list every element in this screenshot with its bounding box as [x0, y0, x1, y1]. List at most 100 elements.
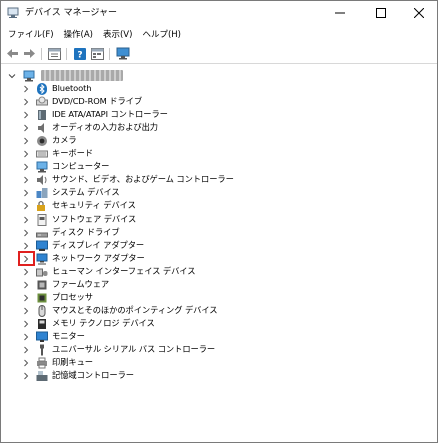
- menu-help[interactable]: ヘルプ(H): [137, 28, 186, 42]
- chevron-right-icon[interactable]: [22, 227, 30, 239]
- chevron-right-icon[interactable]: [22, 357, 30, 369]
- security-device-icon: [36, 200, 48, 212]
- menu-view[interactable]: 表示(V): [98, 28, 137, 42]
- computer-icon: [36, 161, 48, 173]
- tree-category-label: システム デバイス: [52, 187, 120, 197]
- help-button[interactable]: ?: [72, 47, 87, 60]
- audio-icon: [36, 122, 48, 134]
- chevron-right-icon[interactable]: [22, 135, 30, 147]
- tree-category-row[interactable]: ヒューマン インターフェイス デバイス: [1, 265, 437, 278]
- chevron-down-icon[interactable]: [8, 70, 16, 82]
- tree-category-label: ファームウェア: [52, 279, 110, 289]
- chevron-right-icon[interactable]: [22, 96, 30, 108]
- monitor-scan-icon: [116, 47, 129, 60]
- chevron-right-icon[interactable]: [22, 331, 30, 343]
- show-hidden-button[interactable]: [90, 47, 105, 60]
- tree-category-row[interactable]: セキュリティ デバイス: [1, 199, 437, 212]
- tree-category-label: マウスとそのほかのポインティング デバイス: [52, 305, 218, 315]
- svg-text:?: ?: [77, 50, 82, 60]
- tree-category-label: ディスプレイ アダプター: [52, 240, 145, 250]
- back-button[interactable]: [5, 47, 20, 60]
- tree-category-label: キーボード: [52, 148, 93, 158]
- tree-category-row[interactable]: ネットワーク アダプター: [1, 252, 437, 265]
- chevron-right-icon[interactable]: [22, 83, 30, 95]
- tree-category-row[interactable]: ソフトウェア デバイス: [1, 213, 437, 226]
- menu-bar: ファイル(F) 操作(A) 表示(V) ヘルプ(H): [1, 26, 437, 44]
- tree-category-row[interactable]: コンピューター: [1, 160, 437, 173]
- chevron-right-icon[interactable]: [22, 148, 30, 160]
- tree-category-label: ヒューマン インターフェイス デバイス: [52, 266, 196, 276]
- tree-root[interactable]: [1, 69, 437, 82]
- firmware-icon: [36, 279, 48, 291]
- tree-category-row[interactable]: システム デバイス: [1, 186, 437, 199]
- tree-category-label: ネットワーク アダプター: [52, 253, 145, 263]
- chevron-right-icon[interactable]: [22, 174, 30, 186]
- tree-category-row[interactable]: カメラ: [1, 134, 437, 147]
- tree-category-row[interactable]: サウンド、ビデオ、およびゲーム コントローラー: [1, 173, 437, 186]
- software-device-icon: [36, 213, 48, 226]
- chevron-right-icon[interactable]: [22, 187, 30, 199]
- tree-category-row[interactable]: ユニバーサル シリアル バス コントローラー: [1, 343, 437, 356]
- chevron-right-icon[interactable]: [22, 122, 30, 134]
- properties-button[interactable]: [47, 47, 62, 60]
- tree-category-label: コンピューター: [52, 161, 110, 171]
- tree-category-label: 印刷キュー: [52, 357, 93, 367]
- menu-action[interactable]: 操作(A): [59, 28, 98, 42]
- tree-category-label: サウンド、ビデオ、およびゲーム コントローラー: [52, 174, 234, 184]
- usb-icon: [36, 344, 48, 356]
- chevron-right-icon[interactable]: [22, 344, 30, 356]
- tree-category-row[interactable]: モニター: [1, 330, 437, 343]
- tree-category-row[interactable]: プロセッサ: [1, 291, 437, 304]
- tree-category-label: ソフトウェア デバイス: [52, 214, 137, 224]
- tree-category-row[interactable]: オーディオの入力および出力: [1, 121, 437, 134]
- title-bar[interactable]: デバイス マネージャー: [1, 1, 437, 26]
- tree-category-row[interactable]: キーボード: [1, 147, 437, 160]
- chevron-right-icon[interactable]: [22, 266, 30, 278]
- tree-category-row[interactable]: DVD/CD-ROM ドライブ: [1, 95, 437, 108]
- tree-category-label: Bluetooth: [52, 83, 92, 93]
- device-manager-icon: [7, 7, 19, 19]
- forward-button[interactable]: [22, 47, 37, 60]
- tree-category-label: モニター: [52, 331, 85, 341]
- chevron-right-icon[interactable]: [22, 305, 30, 317]
- system-device-icon: [36, 187, 48, 199]
- device-list-icon: [91, 47, 104, 60]
- chevron-right-icon[interactable]: [22, 214, 30, 226]
- tree-category-label: カメラ: [52, 135, 77, 145]
- back-arrow-icon: [7, 49, 18, 58]
- tree-category-row[interactable]: マウスとそのほかのポインティング デバイス: [1, 304, 437, 317]
- tree-category-row[interactable]: 印刷キュー: [1, 356, 437, 369]
- tree-category-row[interactable]: 記憶域コントローラー: [1, 369, 437, 382]
- tree-category-row[interactable]: IDE ATA/ATAPI コントローラー: [1, 108, 437, 121]
- chevron-right-icon[interactable]: [22, 161, 30, 173]
- disk-drive-icon: [36, 227, 48, 239]
- tree-category-label: オーディオの入力および出力: [52, 122, 158, 132]
- keyboard-icon: [36, 148, 48, 160]
- tree-category-row[interactable]: ディスプレイ アダプター: [1, 239, 437, 252]
- device-tree[interactable]: Bluetooth DVD/CD-ROM ドライブ IDE ATA/ATAPI コン…: [1, 66, 437, 442]
- chevron-right-icon[interactable]: [22, 279, 30, 291]
- chevron-right-icon[interactable]: [22, 292, 30, 304]
- chevron-right-icon[interactable]: [22, 240, 30, 252]
- minimize-button[interactable]: [322, 1, 358, 25]
- tree-category-label: ディスク ドライブ: [52, 227, 120, 237]
- mouse-icon: [36, 304, 48, 317]
- scan-hardware-button[interactable]: [115, 47, 130, 60]
- tree-category-label: 記憶域コントローラー: [52, 370, 134, 380]
- close-button[interactable]: [401, 1, 437, 25]
- tree-category-label: IDE ATA/ATAPI コントローラー: [52, 109, 168, 119]
- menu-file[interactable]: ファイル(F): [3, 28, 59, 42]
- chevron-right-icon[interactable]: [22, 318, 30, 330]
- chevron-right-icon[interactable]: [22, 109, 30, 121]
- tree-category-row[interactable]: メモリ テクノロジ デバイス: [1, 317, 437, 330]
- tree-category-row[interactable]: Bluetooth: [1, 82, 437, 95]
- hid-icon: [36, 266, 48, 278]
- maximize-button[interactable]: [363, 1, 399, 25]
- properties-icon: [48, 47, 61, 60]
- chevron-right-icon[interactable]: [22, 200, 30, 212]
- tree-category-row[interactable]: ファームウェア: [1, 278, 437, 291]
- device-manager-window: デバイス マネージャー ファイル(F) 操作(A) 表示(V) ヘルプ(H) ?: [0, 0, 438, 443]
- tree-category-row[interactable]: ディスク ドライブ: [1, 226, 437, 239]
- chevron-right-icon[interactable]: [22, 370, 30, 382]
- print-queue-icon: [36, 357, 48, 369]
